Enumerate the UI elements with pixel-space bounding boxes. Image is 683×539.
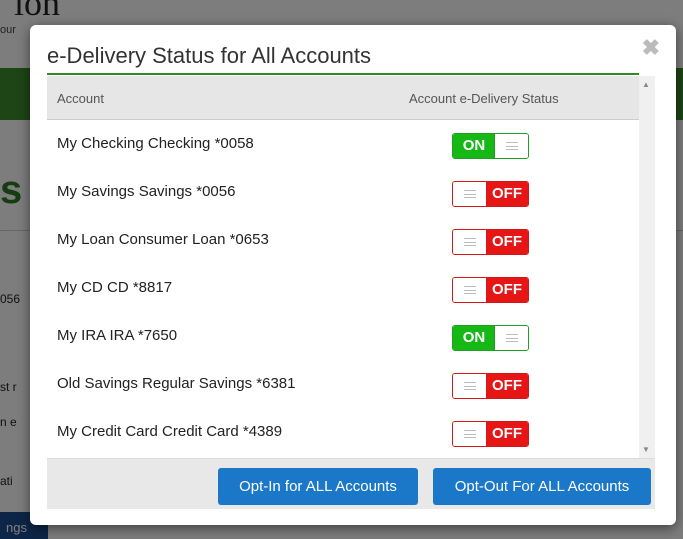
toggle-handle-icon[interactable] bbox=[453, 374, 487, 398]
table-row: My Loan Consumer Loan *0653 OFF bbox=[47, 216, 639, 264]
table-row: My Checking Checking *0058 ON bbox=[47, 120, 639, 168]
edelivery-modal: e-Delivery Status for All Accounts ✖ Acc… bbox=[30, 25, 676, 525]
grip-lines-icon bbox=[506, 142, 518, 150]
table-scrollbar[interactable]: ▲ ▼ bbox=[639, 76, 655, 458]
header-status: Account e-Delivery Status bbox=[409, 91, 559, 106]
toggle-state-label: ON bbox=[453, 326, 495, 350]
opt-in-all-button[interactable]: Opt-In for ALL Accounts bbox=[218, 468, 418, 505]
table-row: Old Savings Regular Savings *6381 OFF bbox=[47, 360, 639, 408]
scroll-thumb[interactable] bbox=[642, 92, 652, 432]
toggle-state-label: OFF bbox=[486, 278, 528, 302]
edelivery-toggle[interactable]: ON bbox=[452, 133, 529, 159]
toggle-handle-icon[interactable] bbox=[453, 278, 487, 302]
grip-lines-icon bbox=[464, 430, 476, 438]
account-name: My IRA IRA *7650 bbox=[57, 327, 178, 344]
modal-footer: Opt-In for ALL Accounts Opt-Out For ALL … bbox=[47, 458, 655, 509]
toggle-handle-icon[interactable] bbox=[494, 326, 528, 350]
account-name: My Loan Consumer Loan *0653 bbox=[57, 231, 269, 248]
edelivery-toggle[interactable]: OFF bbox=[452, 373, 529, 399]
table-row: My Credit Card Credit Card *4389 OFF bbox=[47, 408, 639, 456]
account-name: My Savings Savings *0056 bbox=[57, 183, 236, 200]
scroll-up-arrow-icon[interactable]: ▲ bbox=[642, 80, 650, 89]
account-name: My Credit Card Credit Card *4389 bbox=[57, 423, 283, 440]
account-name: Old Savings Regular Savings *6381 bbox=[57, 375, 296, 392]
close-icon[interactable]: ✖ bbox=[642, 37, 660, 59]
toggle-handle-icon[interactable] bbox=[453, 230, 487, 254]
edelivery-toggle[interactable]: OFF bbox=[452, 229, 529, 255]
table-row: My CD CD *8817 OFF bbox=[47, 264, 639, 312]
grip-lines-icon bbox=[464, 190, 476, 198]
toggle-state-label: ON bbox=[453, 134, 495, 158]
edelivery-toggle[interactable]: OFF bbox=[452, 181, 529, 207]
edelivery-toggle[interactable]: ON bbox=[452, 325, 529, 351]
scroll-down-arrow-icon[interactable]: ▼ bbox=[642, 445, 650, 454]
grip-lines-icon bbox=[506, 334, 518, 342]
grip-lines-icon bbox=[464, 238, 476, 246]
table-row: My Savings Savings *0056 OFF bbox=[47, 168, 639, 216]
toggle-handle-icon[interactable] bbox=[453, 182, 487, 206]
toggle-state-label: OFF bbox=[486, 230, 528, 254]
table-header: Account Account e-Delivery Status bbox=[47, 76, 639, 120]
accounts-table: Account Account e-Delivery Status My Che… bbox=[47, 76, 671, 458]
modal-title: e-Delivery Status for All Accounts bbox=[47, 43, 372, 68]
account-name: My Checking Checking *0058 bbox=[57, 135, 254, 152]
title-divider bbox=[47, 73, 639, 75]
account-name: My CD CD *8817 bbox=[57, 279, 173, 296]
table-row: My IRA IRA *7650 ON bbox=[47, 312, 639, 360]
header-account: Account bbox=[57, 91, 104, 106]
toggle-handle-icon[interactable] bbox=[453, 422, 487, 446]
toggle-handle-icon[interactable] bbox=[494, 134, 528, 158]
edelivery-toggle[interactable]: OFF bbox=[452, 277, 529, 303]
opt-out-all-button[interactable]: Opt-Out For ALL Accounts bbox=[433, 468, 651, 505]
grip-lines-icon bbox=[464, 382, 476, 390]
edelivery-toggle[interactable]: OFF bbox=[452, 421, 529, 447]
toggle-state-label: OFF bbox=[486, 182, 528, 206]
toggle-state-label: OFF bbox=[486, 374, 528, 398]
toggle-state-label: OFF bbox=[486, 422, 528, 446]
grip-lines-icon bbox=[464, 286, 476, 294]
